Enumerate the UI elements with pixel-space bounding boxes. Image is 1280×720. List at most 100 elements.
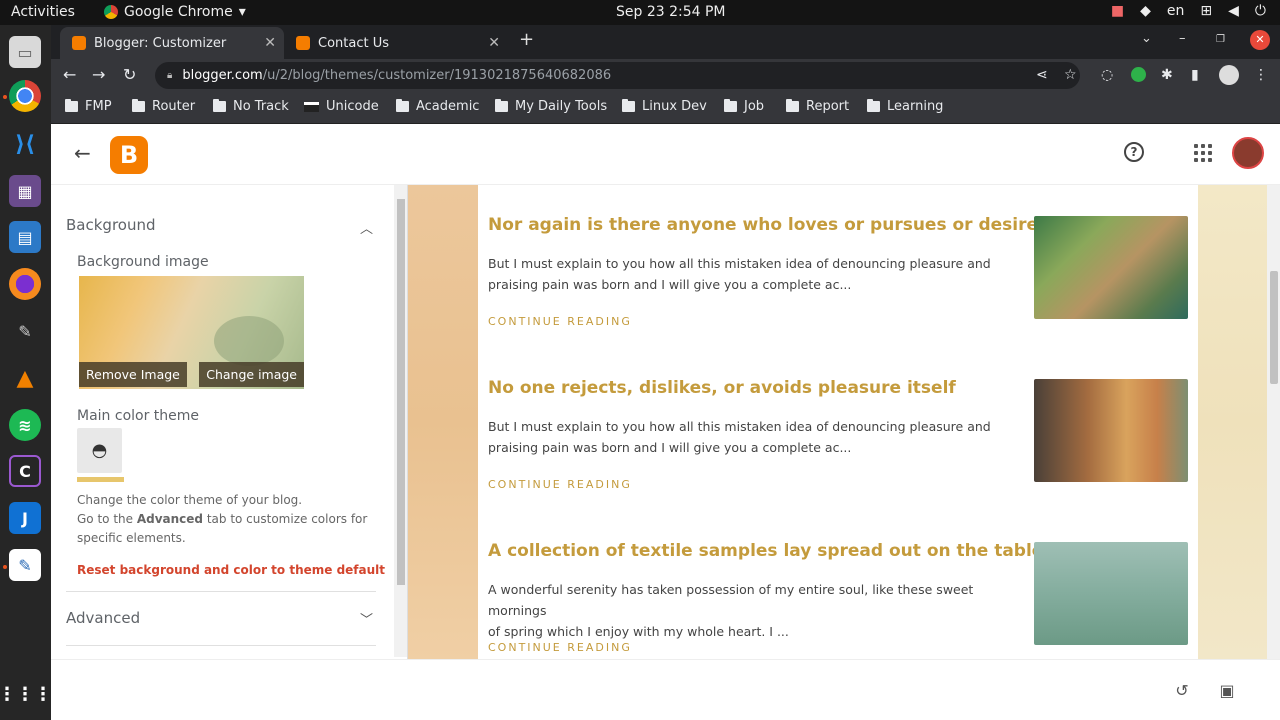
address-bar[interactable]: 🔒︎ blogger.com/u/2/blog/themes/customize… [155,62,1080,89]
background-texture-right [1198,185,1267,659]
gimp-icon[interactable]: ✎ [9,315,41,347]
chevron-up-icon[interactable]: ︿ [360,218,373,237]
camera-icon: ■ [1110,3,1125,19]
share-icon[interactable]: ⋖ [1036,67,1048,83]
bookmarks-bar: FMP Router No Track Unicode Academic My … [51,91,1280,124]
close-tab-icon[interactable]: ✕ [488,35,500,51]
close-window-button[interactable]: ✕ [1250,30,1270,50]
post-title[interactable]: A collection of textile samples lay spre… [488,541,1043,561]
post-thumbnail[interactable] [1034,216,1188,319]
maximize-button[interactable]: ❐ [1216,34,1225,45]
bookmark-label: Unicode [326,99,379,114]
codeblocks-icon[interactable]: C [9,455,41,487]
libreoffice-writer-icon[interactable]: ▤ [9,221,41,253]
continue-reading-link[interactable]: CONTINUE READING [488,478,632,491]
menu-kebab-icon[interactable]: ⋮ [1254,67,1268,83]
bookmark-folder[interactable]: Router [132,99,195,114]
help-icon[interactable]: ? [1124,142,1144,162]
spotify-icon[interactable]: ≋ [9,409,41,441]
vlc-icon[interactable]: ▲ [9,362,41,394]
files-icon[interactable]: ▭ [9,36,41,68]
desc-line: specific elements. [77,531,186,545]
back-icon[interactable]: ← [63,65,76,84]
bookmark-folder[interactable]: Job [724,99,764,114]
joplin-icon[interactable]: J [9,502,41,534]
bookmark-folder[interactable]: My Daily Tools [495,99,607,114]
vscode-icon[interactable]: ⟩⟨ [9,128,41,160]
panel-scrollbar[interactable] [394,185,407,657]
bookmark-label: Job [744,99,765,114]
advanced-section-header[interactable]: Advanced [66,609,140,627]
continue-reading-link[interactable]: CONTINUE READING [488,315,632,328]
blogger-favicon-icon [296,36,310,50]
chevron-down-icon[interactable]: ﹀ [360,609,373,628]
firefox-icon[interactable] [9,268,41,300]
clock[interactable]: Sep 23 2:54 PM [616,4,726,20]
post-thumbnail[interactable] [1034,379,1188,482]
bookmark-label: Linux Dev [642,99,707,114]
bookmark-link[interactable]: Unicode [304,99,379,114]
text-editor-icon[interactable]: ✎ [9,549,41,581]
bookmark-folder[interactable]: FMP [65,99,112,114]
tab-search-icon[interactable]: ⌄ [1141,31,1152,46]
bookmark-folder[interactable]: Academic [396,99,479,114]
grammarly-icon[interactable] [1131,67,1146,82]
bookmark-folder[interactable]: Linux Dev [622,99,707,114]
extension-icon[interactable]: ◌ [1101,67,1113,83]
caret-down-icon: ▾ [238,4,246,20]
back-arrow-icon[interactable]: ← [74,141,91,165]
language-indicator[interactable]: en [1167,3,1185,19]
post-excerpt: A wonderful serenity has taken possessio… [488,579,1008,642]
post-thumbnail[interactable] [1034,542,1188,645]
remove-image-button[interactable]: Remove Image [79,362,187,387]
system-top-bar: Activities Google Chrome ▾ Sep 23 2:54 P… [0,0,1280,25]
video-editor-icon[interactable]: ▦ [9,175,41,207]
bookmark-folder[interactable]: Learning [867,99,943,114]
reload-icon[interactable]: ↻ [123,65,136,84]
account-avatar[interactable] [1232,137,1264,169]
background-section-header[interactable]: Background [66,216,156,234]
app-menu[interactable]: Google Chrome ▾ [104,4,246,20]
chrome-dock-icon[interactable] [9,80,41,112]
folder-icon [495,99,508,112]
folder-icon [132,99,145,112]
app-footer: ↺ ▣ [51,659,1280,720]
forward-icon[interactable]: → [92,65,105,84]
close-tab-icon[interactable]: ✕ [264,35,276,51]
side-panel-icon[interactable]: ▮ [1191,67,1199,83]
google-apps-icon[interactable] [1194,144,1212,162]
minimize-button[interactable]: – [1179,31,1186,46]
bookmark-label: FMP [85,99,112,114]
bookmark-star-icon[interactable]: ☆ [1064,67,1077,83]
dock: ▭ ⟩⟨ ▦ ▤ ✎ ▲ ≋ C J ✎ ⋮⋮⋮ [0,25,52,720]
customizer-panel: Background ︿ Background image Remove Ima… [51,185,407,657]
profile-avatar[interactable] [1219,65,1239,85]
activities-button[interactable]: Activities [11,4,75,20]
url-path: /u/2/blog/themes/customizer/191302187564… [262,68,612,83]
tab-blogger-customizer[interactable]: Blogger: Customizer ✕ [60,27,284,59]
background-image-label: Background image [77,254,209,270]
tab-contact-us[interactable]: Contact Us ✕ [284,27,508,59]
bookmark-label: Learning [887,99,944,114]
main-color-theme-label: Main color theme [77,408,200,424]
folder-icon [724,99,737,112]
continue-reading-link[interactable]: CONTINUE READING [488,641,632,654]
preview-scrollbar[interactable] [1267,185,1280,659]
post-title[interactable]: Nor again is there anyone who loves or p… [488,215,1048,235]
revert-icon[interactable]: ↺ [1172,680,1192,700]
save-icon[interactable]: ▣ [1217,680,1237,700]
show-apps-icon[interactable]: ⋮⋮⋮ [0,678,52,710]
new-tab-button[interactable]: + [519,29,534,50]
post-title[interactable]: No one rejects, dislikes, or avoids plea… [488,378,956,398]
bookmark-folder[interactable]: No Track [213,99,289,114]
bookmark-folder[interactable]: Report [786,99,849,114]
paint-bucket-icon[interactable]: ◓ [77,428,122,473]
blogger-logo[interactable]: B [110,136,148,174]
excerpt-line: of spring which I enjoy with my whole he… [488,624,789,639]
system-tray[interactable]: ■ ◆ en ⊞ ◀ ⏻ [1111,3,1266,19]
change-image-button[interactable]: Change image [199,362,304,387]
reset-theme-link[interactable]: Reset background and color to theme defa… [77,563,385,577]
background-texture-left [408,185,478,659]
folder-icon [867,99,880,112]
extensions-puzzle-icon[interactable]: ✱ [1161,67,1173,83]
